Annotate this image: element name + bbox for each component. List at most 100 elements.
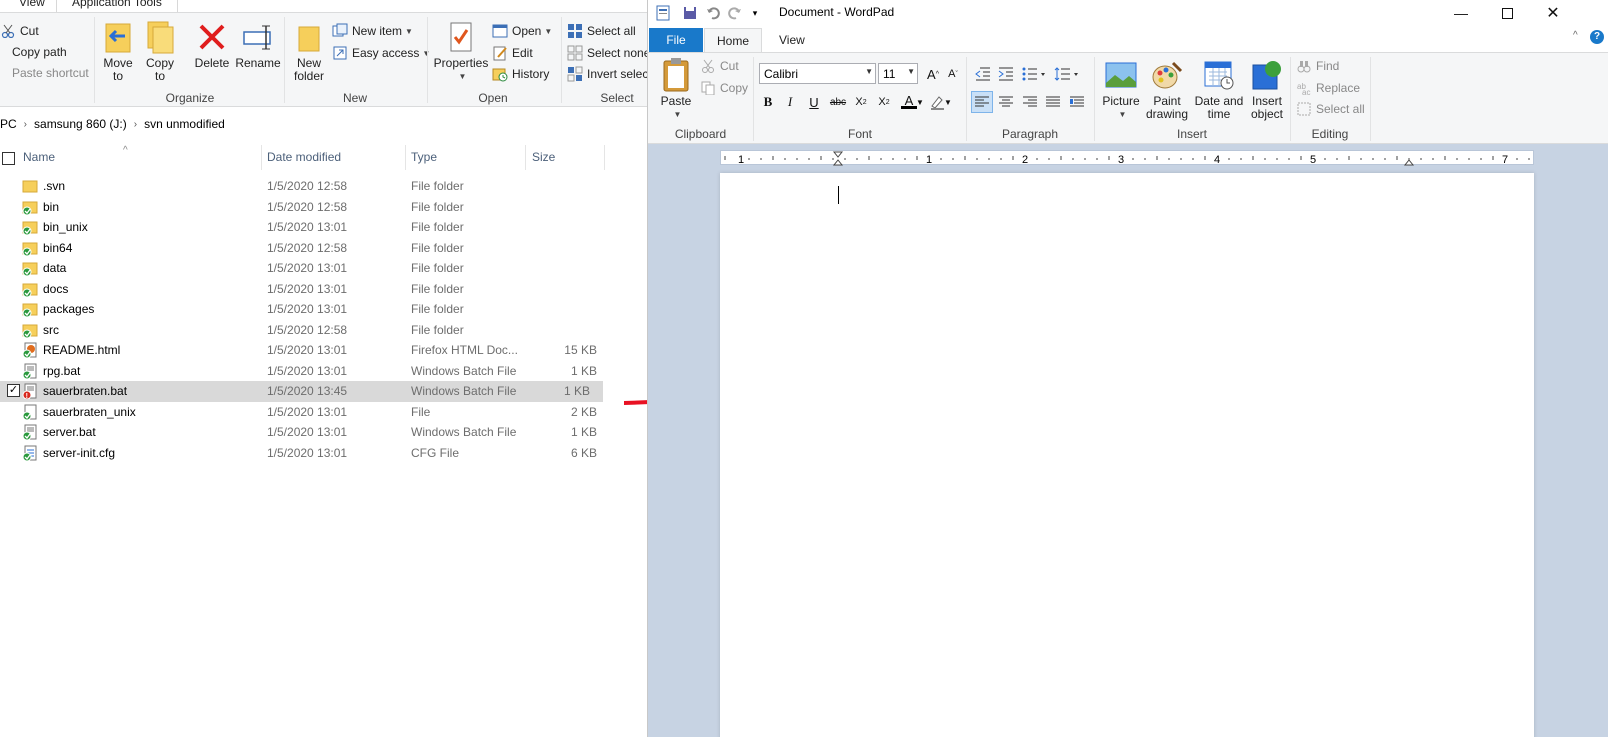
select-all-checkbox[interactable] <box>2 152 15 165</box>
close-icon[interactable]: ✕ <box>1530 0 1576 26</box>
bullet-list-icon[interactable] <box>1019 63 1049 85</box>
new-folder-button[interactable]: New folder <box>290 19 328 83</box>
breadcrumb-drive[interactable]: samsung 860 (J:) <box>34 117 127 131</box>
new-item-button[interactable]: New item ▼ <box>332 21 413 41</box>
minimize-icon[interactable]: — <box>1438 0 1484 26</box>
increase-indent-icon[interactable] <box>995 63 1017 85</box>
font-size-select[interactable]: 11 ▼ <box>878 63 918 84</box>
file-row[interactable]: README.html 1/5/2020 13:01 Firefox HTML Do… <box>0 340 610 361</box>
cut-button[interactable]: Cut <box>0 21 39 41</box>
open-label: Open <box>512 24 542 38</box>
decrease-indent-icon[interactable] <box>972 63 994 85</box>
file-row[interactable]: bin64 1/5/2020 12:58 File folder <box>0 238 610 259</box>
superscript-icon[interactable]: X2 <box>873 91 895 113</box>
easy-access-button[interactable]: Easy access▼ <box>332 43 430 63</box>
ruler[interactable]: 1 1 2 3 4 5 7 <box>720 150 1534 166</box>
column-divider[interactable] <box>525 145 526 170</box>
right-indent-marker-icon[interactable] <box>1403 159 1415 166</box>
align-left-icon[interactable] <box>971 91 993 113</box>
strikethrough-icon[interactable]: abc <box>827 91 849 113</box>
invert-selection-button[interactable]: Invert select <box>567 64 647 84</box>
align-right-icon[interactable] <box>1019 91 1041 113</box>
file-row[interactable]: server.bat 1/5/2020 13:01 Windows Batch Fi… <box>0 422 610 443</box>
copy-path-button[interactable]: Copy path <box>0 42 67 62</box>
replace-button[interactable]: ab ac Replace <box>1296 78 1360 98</box>
subscript-icon[interactable]: X2 <box>850 91 872 113</box>
file-row[interactable]: server-init.cfg 1/5/2020 13:01 CFG File 6 K… <box>0 443 610 464</box>
delete-button[interactable]: Delete <box>192 19 232 70</box>
file-row[interactable]: rpg.bat 1/5/2020 13:01 Windows Batch File 1… <box>0 361 610 382</box>
breadcrumb-pc[interactable]: PC <box>0 117 17 131</box>
wordpad-app-icon[interactable] <box>654 4 672 22</box>
customize-qat-icon[interactable]: ▾ <box>746 4 764 22</box>
justify-icon[interactable] <box>1042 91 1064 113</box>
breadcrumb-folder[interactable]: svn unmodified <box>144 117 225 131</box>
insert-picture-button[interactable]: Picture ▼ <box>1099 57 1143 121</box>
row-checkbox[interactable]: ✓ <box>7 384 20 397</box>
tab-view[interactable]: View <box>767 28 817 52</box>
redo-icon[interactable] <box>726 4 744 22</box>
collapse-ribbon-icon[interactable]: ^ <box>1573 30 1578 41</box>
column-divider[interactable] <box>261 145 262 170</box>
cut-button[interactable]: Cut <box>700 56 739 76</box>
document-page[interactable] <box>720 173 1534 737</box>
properties-button[interactable]: Properties ▼ <box>433 19 489 83</box>
align-center-icon[interactable] <box>995 91 1017 113</box>
file-row[interactable]: docs 1/5/2020 13:01 File folder <box>0 279 610 300</box>
save-icon[interactable] <box>681 4 699 22</box>
tab-application-tools[interactable]: Application Tools <box>72 0 162 9</box>
shrink-font-icon[interactable]: Aˇ <box>942 63 964 85</box>
tab-view[interactable]: View <box>19 0 45 9</box>
select-none-button[interactable]: Select none <box>567 43 647 63</box>
file-row[interactable]: .svn 1/5/2020 12:58 File folder <box>0 176 610 197</box>
column-header-name[interactable]: Name <box>23 150 55 164</box>
tab-file[interactable]: File <box>649 28 703 52</box>
file-row[interactable]: src 1/5/2020 12:58 File folder <box>0 320 610 341</box>
move-to-button[interactable]: Move to <box>100 19 136 83</box>
help-icon[interactable]: ? <box>1590 30 1604 44</box>
line-spacing-icon[interactable] <box>1052 63 1082 85</box>
edit-icon <box>492 45 508 61</box>
bold-icon[interactable]: B <box>757 91 779 113</box>
new-item-icon <box>332 23 348 39</box>
column-header-type[interactable]: Type <box>411 150 437 164</box>
copy-button[interactable]: Copy <box>700 78 748 98</box>
grow-font-icon[interactable]: A ^ <box>922 63 944 85</box>
copy-to-button[interactable]: Copy to <box>142 19 178 83</box>
find-button[interactable]: Find <box>1296 56 1339 76</box>
select-all-button[interactable]: Select all <box>567 21 636 41</box>
paint-drawing-button[interactable]: Paint drawing <box>1144 57 1190 121</box>
paragraph-settings-icon[interactable] <box>1066 91 1088 113</box>
undo-icon[interactable] <box>704 4 722 22</box>
tab-home[interactable]: Home <box>704 28 763 53</box>
maximize-icon[interactable] <box>1484 0 1530 26</box>
column-divider[interactable] <box>604 145 605 170</box>
date-time-button[interactable]: Date and time <box>1192 57 1246 121</box>
indent-marker-icon[interactable] <box>832 151 844 166</box>
paste-shortcut-button[interactable]: Paste shortcut <box>0 63 89 83</box>
column-header-size[interactable]: Size <box>532 150 555 164</box>
file-row[interactable]: bin_unix 1/5/2020 13:01 File folder <box>0 217 610 238</box>
font-family-select[interactable]: Calibri ▼ <box>759 63 876 84</box>
file-row[interactable]: sauerbraten_unix 1/5/2020 13:01 File 2 KB <box>0 402 610 423</box>
wordpad-title-bar[interactable]: ▾ Document - WordPad — ✕ <box>648 0 1608 26</box>
chevron-down-icon[interactable]: ▼ <box>943 91 953 113</box>
chevron-down-icon[interactable]: ▼ <box>915 91 925 113</box>
italic-icon[interactable]: I <box>779 91 801 113</box>
file-row[interactable]: bin 1/5/2020 12:58 File folder <box>0 197 610 218</box>
paste-button[interactable]: Paste ▼ <box>656 57 696 121</box>
column-header-date[interactable]: Date modified <box>267 150 341 164</box>
file-row[interactable]: packages 1/5/2020 13:01 File folder <box>0 299 610 320</box>
edit-button[interactable]: Edit <box>492 43 533 63</box>
address-bar[interactable]: PC › samsung 860 (J:) › svn unmodified <box>0 110 647 138</box>
insert-object-button[interactable]: Insert object <box>1245 57 1289 121</box>
underline-icon[interactable]: U <box>803 91 825 113</box>
file-row[interactable]: data 1/5/2020 13:01 File folder <box>0 258 610 279</box>
column-divider[interactable] <box>405 145 406 170</box>
open-button[interactable]: Open ▼ <box>492 21 552 41</box>
history-button[interactable]: History <box>492 64 549 84</box>
rename-button[interactable]: Rename <box>235 19 281 70</box>
new-item-label: New item <box>352 24 403 38</box>
file-row[interactable]: ✓! sauerbraten.bat 1/5/2020 13:45 Windows B… <box>0 381 603 402</box>
select-all-button[interactable]: Select all <box>1296 99 1365 119</box>
